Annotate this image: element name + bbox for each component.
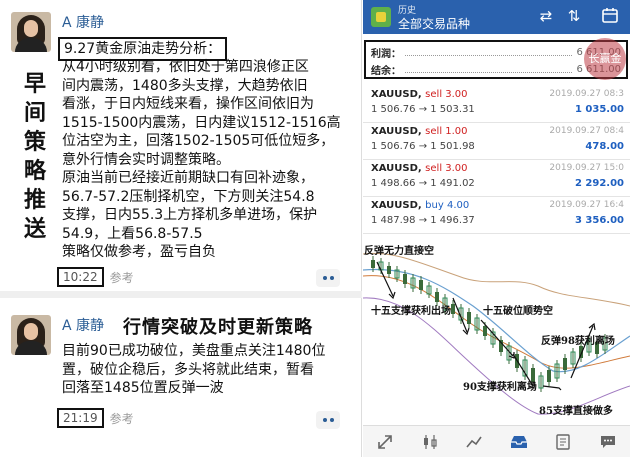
- order-symbol: XAUUSD, sell 1.00: [371, 126, 468, 137]
- watermark-seal: 长赢金: [584, 38, 626, 80]
- order-history-list: XAUUSD, sell 3.00 1 506.76 → 1 503.31 20…: [363, 86, 630, 234]
- order-row[interactable]: XAUUSD, sell 1.00 1 506.76 → 1 501.98 20…: [363, 123, 630, 160]
- order-profit: 3 356.00: [574, 215, 624, 226]
- order-prices: 1 487.98 → 1 496.37: [371, 215, 475, 226]
- order-profit: 478.00: [585, 141, 624, 152]
- order-profit: 1 035.00: [574, 104, 624, 115]
- order-prices: 1 506.76 → 1 503.31: [371, 104, 475, 115]
- post-body-line: 原油当前已经接近前期缺口有回补迹象，: [62, 170, 314, 186]
- chat-icon[interactable]: [595, 431, 621, 453]
- post-body-line: 策略仅做参考，盈亏自负: [62, 244, 216, 260]
- screenshot-frame: A 康静 9.27黄金原油走势分析： 早间策略推送 从4小时级别看，依旧处于第四…: [0, 0, 630, 457]
- balance-label: 结余：: [371, 66, 401, 77]
- line-chart-icon[interactable]: [461, 431, 487, 453]
- order-side: sell 3.00: [425, 163, 468, 174]
- order-side: sell 1.00: [425, 126, 468, 137]
- order-profit: 2 292.00: [574, 178, 624, 189]
- reference-link[interactable]: 参考: [110, 410, 134, 427]
- post-body-line: 从4小时级别看，依旧处于第四浪修正区: [62, 59, 309, 75]
- author-avatar[interactable]: [11, 12, 51, 52]
- post-headline: 行情突破及时更新策略: [123, 317, 313, 338]
- order-prices: 1 506.76 → 1 501.98: [371, 141, 475, 152]
- more-options-button[interactable]: [316, 269, 340, 287]
- order-prices: 1 498.66 → 1 491.02: [371, 178, 475, 189]
- post-meta: 21:19 参考: [57, 408, 134, 428]
- order-symbol: XAUUSD, buy 4.00: [371, 200, 470, 211]
- author-name[interactable]: A 康静: [62, 315, 104, 335]
- author-name[interactable]: A 康静: [62, 12, 104, 32]
- post-morning-strategy: A 康静 9.27黄金原油走势分析： 早间策略推送 从4小时级别看，依旧处于第四…: [0, 0, 362, 298]
- post-body-line: 1515-1500内震荡，日内建议1512-1516高: [62, 114, 341, 131]
- post-body-line: 56.7-57.2压制择机空，下方则关注54.8: [62, 188, 315, 205]
- chart-annotation: 十五破位顺势空: [483, 306, 553, 317]
- post-body-line: 54.9，上看56.8-57.5: [62, 225, 203, 242]
- post-body-line: 支撑，日内55.3上方择机多单进场，保护: [62, 207, 318, 223]
- symbol-filter[interactable]: 全部交易品种: [398, 15, 470, 32]
- post-body-line: 回落至1485位置反弹一波: [62, 380, 224, 396]
- app-logo-icon[interactable]: [371, 7, 391, 27]
- order-date: 2019.09.27 08:3: [549, 89, 624, 99]
- calendar-icon[interactable]: [599, 7, 621, 27]
- price-chart-drawing: [363, 252, 630, 415]
- candlestick-icon[interactable]: [417, 431, 443, 453]
- post-body: 从4小时级别看，依旧处于第四浪修正区 间内震荡，1480多头支撑，大趋势依旧 看…: [62, 58, 357, 262]
- bottom-navigation: [363, 425, 630, 457]
- trade-arrows-icon[interactable]: [372, 431, 398, 453]
- chart-annotation: 90支撑获利离场: [463, 382, 537, 393]
- sort-arrows-icon[interactable]: ⇅: [563, 7, 585, 25]
- trading-app: 历史 全部交易品种 ⇄ ⇅ 利润： 6 611.00 结余： 6 611.00 …: [363, 0, 630, 457]
- price-chart-image: 反弹无力直接空 十五支撑获利出场 十五破位顺势空 反弹98获利离场 90支撑获利…: [363, 236, 630, 424]
- chart-annotation: 85支撑直接做多: [539, 406, 613, 417]
- post-body-line: 位沽空为主，回落1502-1505可低位短多，: [62, 133, 335, 149]
- balance-row: 结余： 6 611.00: [371, 62, 621, 77]
- post-body-line: 意外行情会实时调整策略。: [62, 151, 230, 168]
- post-time: 10:22: [57, 267, 104, 287]
- more-options-button[interactable]: [316, 411, 340, 429]
- exchange-dollar-icon[interactable]: ⇄: [535, 7, 557, 25]
- post-body: 目前90已成功破位，美盘重点关注1480位 置，破位企稳后，多头将就此结束，暂看…: [62, 342, 357, 398]
- post-body-line: 置，破位企稳后，多头将就此结束，暂看: [62, 361, 314, 378]
- order-row[interactable]: XAUUSD, sell 3.00 1 506.76 → 1 503.31 20…: [363, 86, 630, 123]
- chart-annotation: 反弹98获利离场: [541, 336, 615, 347]
- post-time: 21:19: [57, 408, 104, 428]
- order-side: buy 4.00: [425, 200, 470, 211]
- chart-annotation: 十五支撑获利出场: [371, 306, 451, 317]
- inbox-icon[interactable]: [506, 431, 532, 453]
- order-date: 2019.09.27 15:0: [549, 163, 624, 173]
- reference-link[interactable]: 参考: [110, 269, 134, 286]
- order-side: sell 3.00: [425, 89, 468, 100]
- post-meta: 10:22 参考: [57, 267, 134, 287]
- order-date: 2019.09.27 16:4: [549, 200, 624, 210]
- order-symbol: XAUUSD, sell 3.00: [371, 89, 468, 100]
- chart-annotation: 反弹无力直接空: [364, 246, 434, 257]
- post-body-line: 间内震荡，1480多头支撑，大趋势依旧: [62, 77, 308, 94]
- app-topbar: 历史 全部交易品种 ⇄ ⇅: [363, 0, 630, 34]
- vertical-caption: 早间策略推送: [23, 71, 46, 242]
- social-feed: A 康静 9.27黄金原油走势分析： 早间策略推送 从4小时级别看，依旧处于第四…: [0, 0, 362, 457]
- order-row[interactable]: XAUUSD, buy 4.00 1 487.98 → 1 496.37 201…: [363, 197, 630, 234]
- post-strategy-update: A 康静 行情突破及时更新策略 目前90已成功破位，美盘重点关注1480位 置，…: [0, 305, 362, 457]
- post-body-line: 目前90已成功破位，美盘重点关注1480位: [62, 343, 326, 359]
- author-avatar[interactable]: [11, 315, 51, 355]
- profit-label: 利润：: [371, 49, 401, 60]
- order-row[interactable]: XAUUSD, sell 3.00 1 498.66 → 1 491.02 20…: [363, 160, 630, 197]
- post-body-line: 看涨，于日内短线来看，操作区间依旧为: [62, 96, 314, 112]
- order-symbol: XAUUSD, sell 3.00: [371, 163, 468, 174]
- order-date: 2019.09.27 08:4: [549, 126, 624, 136]
- news-icon[interactable]: [550, 431, 576, 453]
